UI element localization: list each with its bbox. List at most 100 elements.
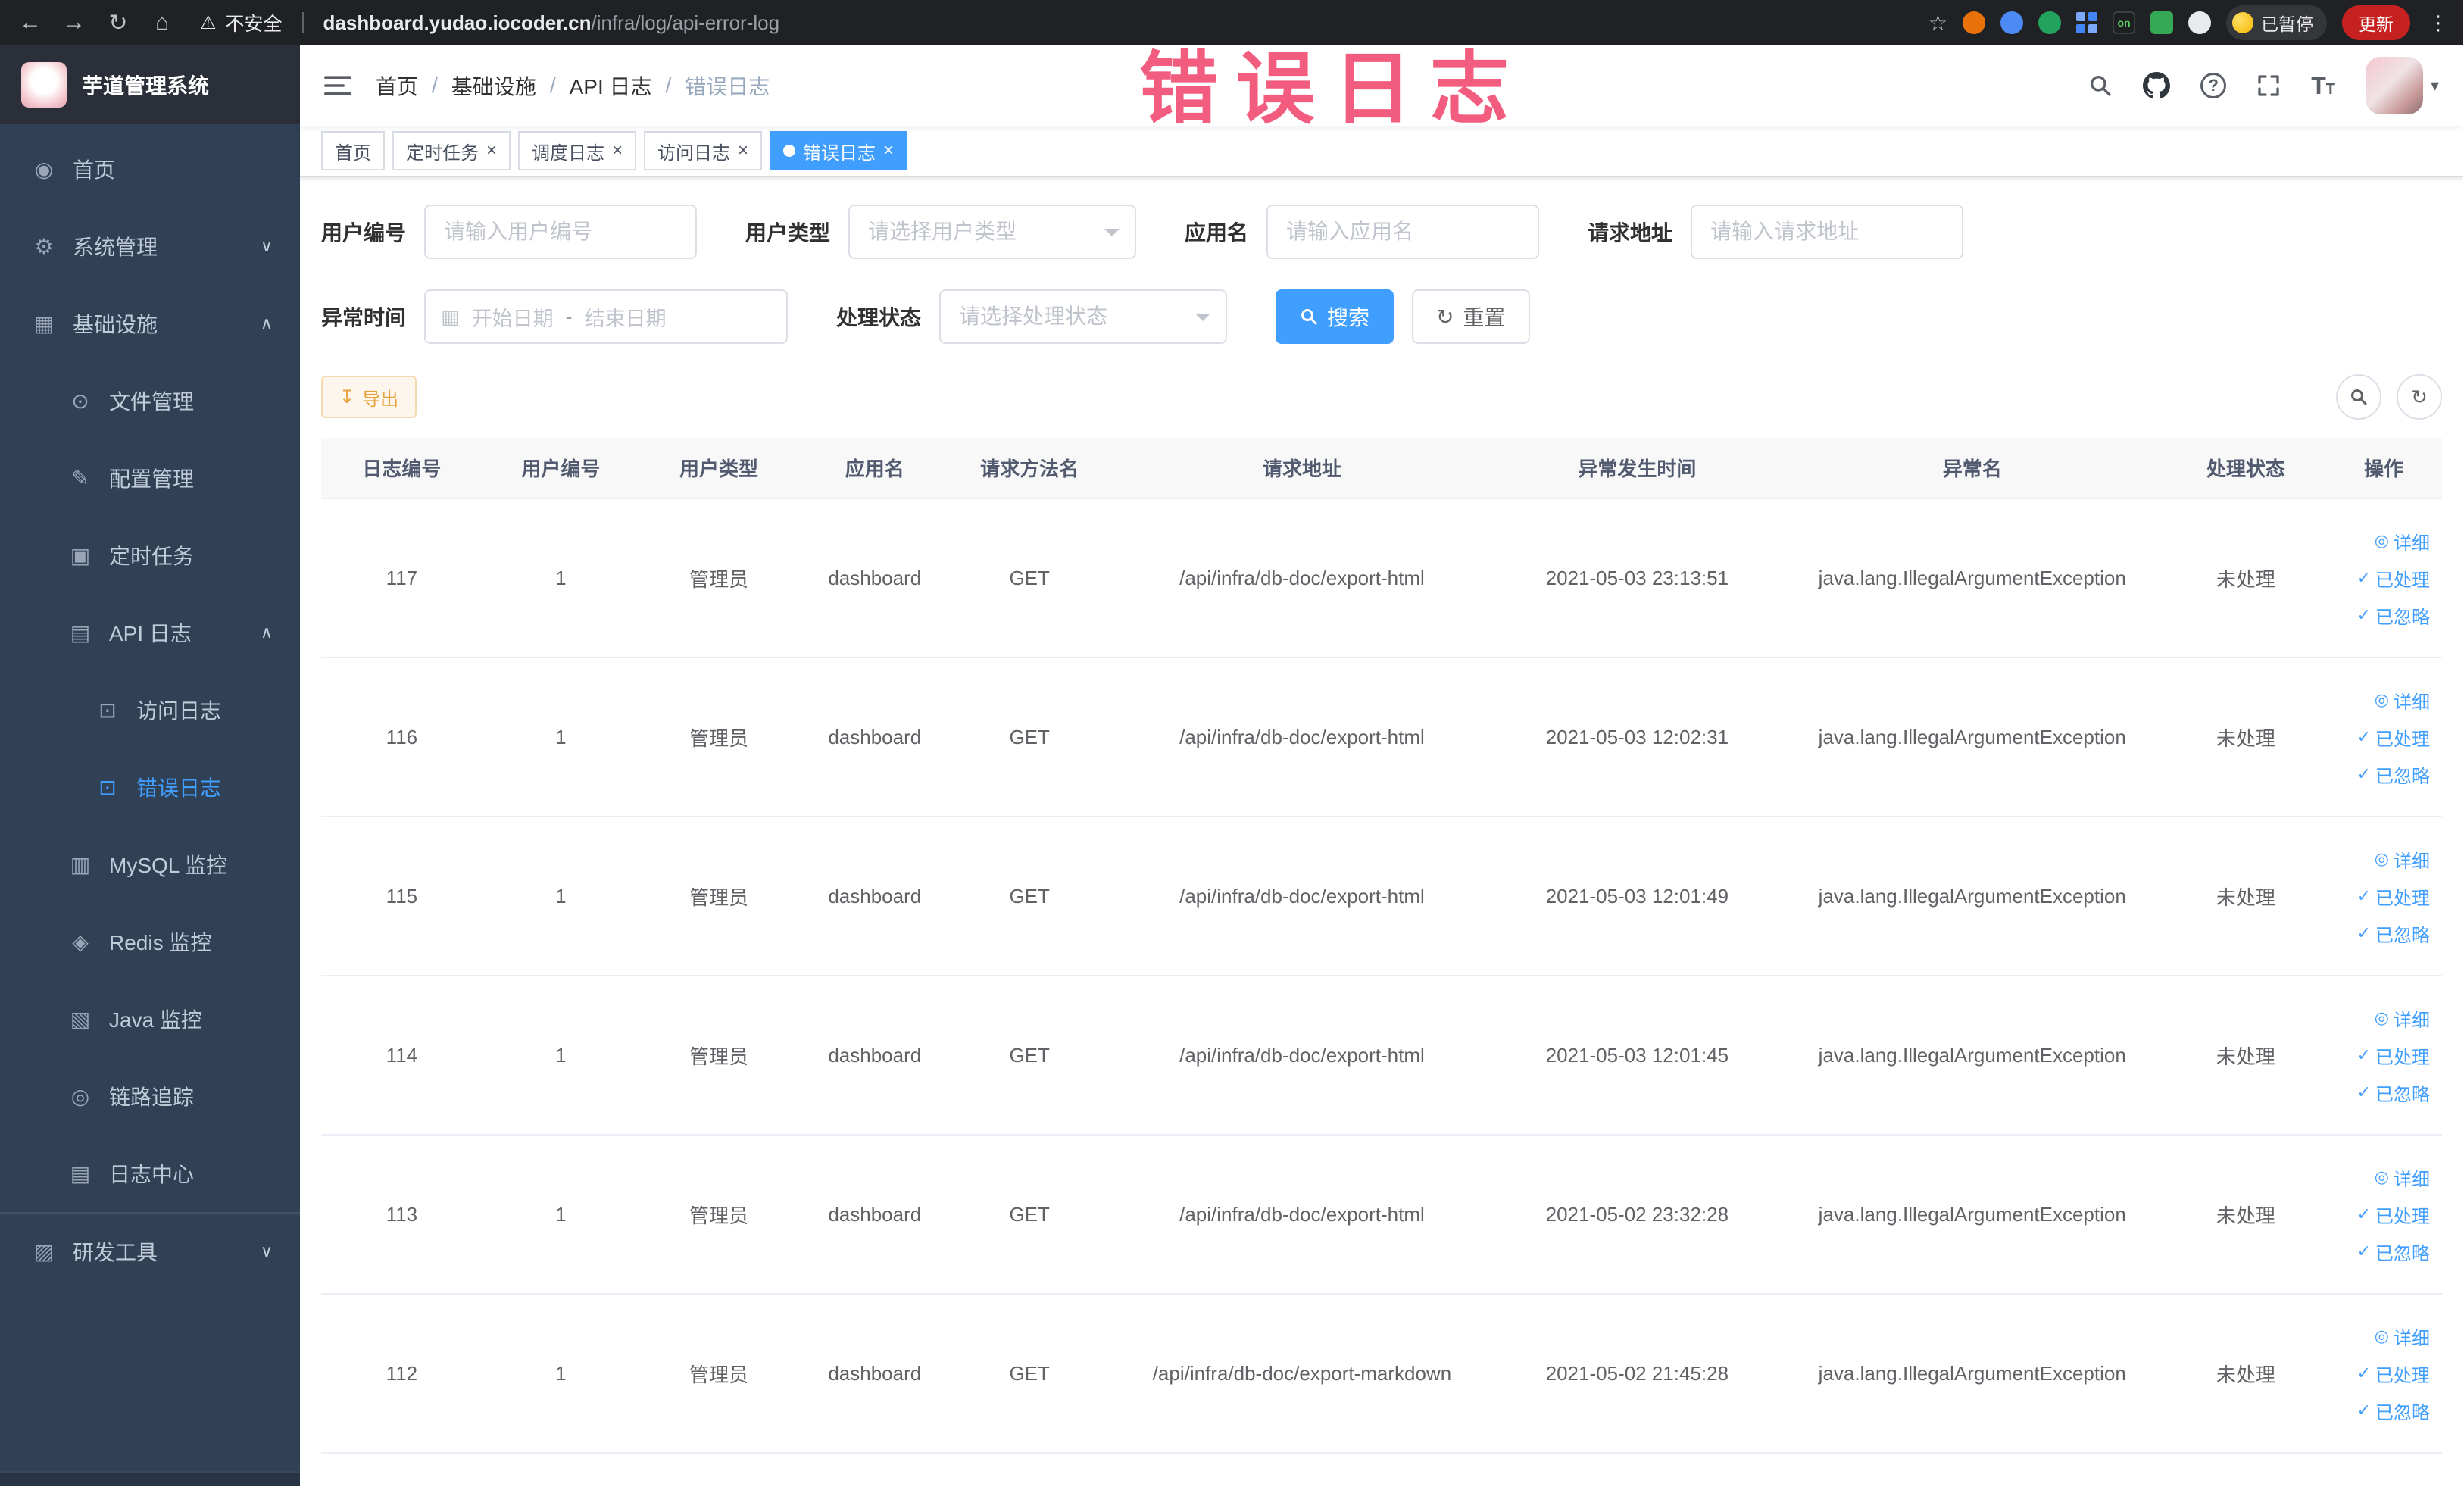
close-icon[interactable]: × [486,142,497,160]
ignore-link[interactable]: ✓ 已忽略 [2333,602,2430,629]
sidebar-item-log-center[interactable]: ▤ 日志中心 [0,1135,300,1212]
eye-icon: ◎ [2374,690,2389,709]
breadcrumb-home[interactable]: 首页 [376,70,418,101]
ignore-link[interactable]: ✓ 已忽略 [2333,1239,2430,1265]
detail-link[interactable]: ◎ 详细 [2333,1323,2430,1350]
extension-icon-orange[interactable] [1963,11,1985,34]
reset-button[interactable]: ↻ 重置 [1412,289,1530,344]
detail-link[interactable]: ◎ 详细 [2333,528,2430,555]
check-icon: ✓ [2356,1242,2371,1261]
sidebar-item-config-management[interactable]: ✎ 配置管理 [0,439,300,517]
user-menu[interactable]: ▾ [2365,57,2439,114]
font-size-icon[interactable]: TT [2311,72,2335,100]
github-icon[interactable] [2143,72,2171,99]
site-security-button[interactable]: ⚠ 不安全 [200,9,283,36]
sidebar-item-mysql-monitor[interactable]: ▥ MySQL 监控 [0,826,300,903]
browser-update-button[interactable]: 更新 [2342,5,2410,40]
refresh-icon: ↻ [1436,305,1454,329]
sidebar-item-trace[interactable]: ◎ 链路追踪 [0,1057,300,1135]
hamburger-icon[interactable] [324,74,351,97]
sidebar-item-devtools[interactable]: ▨ 研发工具 ∨ [0,1212,300,1289]
tab-access-log[interactable]: 访问日志 × [644,131,763,170]
cell-user-id: 1 [482,1135,639,1295]
sidebar-item-java-monitor[interactable]: ▧ Java 监控 [0,980,300,1057]
check-icon: ✓ [2356,764,2371,783]
ignore-link[interactable]: ✓ 已忽略 [2333,1079,2430,1106]
tab-scheduled-tasks[interactable]: 定时任务 × [392,131,511,170]
user-avatar[interactable] [2365,57,2423,114]
exception-time-range-picker[interactable]: ▦ 开始日期 - 结束日期 [424,289,789,344]
sidebar-item-infrastructure[interactable]: ▦ 基础设施 ∧ [0,285,300,362]
cell-exception-name: java.lang.IllegalArgumentException [1778,498,2166,658]
navbar-actions: ? TT ▾ [2088,57,2439,114]
breadcrumb-infrastructure[interactable]: 基础设施 [451,70,536,101]
task-icon: ▣ [70,543,91,567]
sidebar-item-redis-monitor[interactable]: ◈ Redis 监控 [0,903,300,980]
process-link[interactable]: ✓ 已处理 [2333,1360,2430,1387]
close-icon[interactable]: × [612,142,623,160]
close-icon[interactable]: × [738,142,748,160]
sidebar-item-home[interactable]: ◉ 首页 [0,130,300,208]
detail-link[interactable]: ◎ 详细 [2333,846,2430,873]
user-id-input[interactable] [424,205,698,259]
process-link[interactable]: ✓ 已处理 [2333,1042,2430,1069]
toggle-search-button[interactable] [2336,374,2381,420]
cell-user-type: 管理员 [639,1135,798,1295]
process-status-label: 处理状态 [836,306,922,330]
reload-icon[interactable]: ↻ [103,10,133,36]
extension-icon-grid[interactable] [2076,12,2097,33]
close-icon[interactable]: × [883,142,894,160]
extension-icon-tampermonkey[interactable]: on [2113,11,2135,34]
process-link[interactable]: ✓ 已处理 [2333,565,2430,592]
process-link[interactable]: ✓ 已处理 [2333,724,2430,751]
breadcrumb: 首页 / 基础设施 / API 日志 / 错误日志 [376,70,770,101]
browser-menu-icon[interactable]: ⋮ [2428,11,2448,35]
search-icon[interactable] [2088,73,2113,98]
sidebar-item-system[interactable]: ⚙ 系统管理 ∨ [0,208,300,285]
detail-link[interactable]: ◎ 详细 [2333,687,2430,714]
bookmark-star-icon[interactable]: ☆ [1928,11,1947,36]
sidebar-item-error-log[interactable]: ⊡ 错误日志 [0,748,300,826]
app-name-input[interactable] [1266,205,1540,259]
request-url-input[interactable] [1691,205,1964,259]
extension-icon-green[interactable] [2038,11,2061,34]
refresh-table-button[interactable]: ↻ [2397,374,2442,420]
cell-exception-name: java.lang.IllegalArgumentException [1778,1294,2166,1454]
sidebar-item-api-logs[interactable]: ▤ API 日志 ∧ [0,594,300,671]
ignore-link[interactable]: ✓ 已忽略 [2333,1398,2430,1424]
back-icon[interactable]: ← [15,10,45,36]
export-button[interactable]: ↧ 导出 [321,376,417,418]
sidebar-item-file-management[interactable]: ⊙ 文件管理 [0,362,300,439]
page-content: 用户编号 用户类型 应用名 请求地址 [300,177,2463,1454]
tab-schedule-log[interactable]: 调度日志 × [518,131,637,170]
tab-home[interactable]: 首页 [321,131,385,170]
profile-chip[interactable]: 已暂停 [2226,5,2327,40]
sidebar-item-label: 配置管理 [109,467,195,491]
home-icon[interactable]: ⌂ [147,10,177,36]
gear-icon: ⚙ [34,234,54,258]
process-status-select[interactable] [939,289,1228,344]
detail-link[interactable]: ◎ 详细 [2333,1005,2430,1032]
extension-icon-blue-drop[interactable] [2000,11,2023,34]
extension-icon-leaf[interactable] [2150,11,2173,34]
date-separator: - [565,305,573,328]
help-icon[interactable]: ? [2200,73,2227,98]
ignore-link[interactable]: ✓ 已忽略 [2333,761,2430,788]
address-bar[interactable]: dashboard.yudao.iocoder.cn/infra/log/api… [323,11,780,35]
breadcrumb-api-logs[interactable]: API 日志 [570,70,652,101]
search-button[interactable]: 搜索 [1276,289,1394,344]
tab-error-log[interactable]: 错误日志 × [770,131,908,170]
user-type-select[interactable] [848,205,1137,259]
process-link[interactable]: ✓ 已处理 [2333,883,2430,910]
eye-icon: ◎ [2374,531,2389,550]
extension-icon-paw[interactable] [2188,11,2211,34]
process-link[interactable]: ✓ 已处理 [2333,1201,2430,1228]
col-log-id: 日志编号 [321,438,482,499]
sidebar-item-scheduled-tasks[interactable]: ▣ 定时任务 [0,517,300,594]
forward-icon[interactable]: → [59,10,89,36]
sidebar-item-access-log[interactable]: ⊡ 访问日志 [0,671,300,748]
divider [301,12,304,33]
ignore-link[interactable]: ✓ 已忽略 [2333,920,2430,947]
detail-link[interactable]: ◎ 详细 [2333,1164,2430,1191]
fullscreen-icon[interactable] [2256,73,2281,98]
